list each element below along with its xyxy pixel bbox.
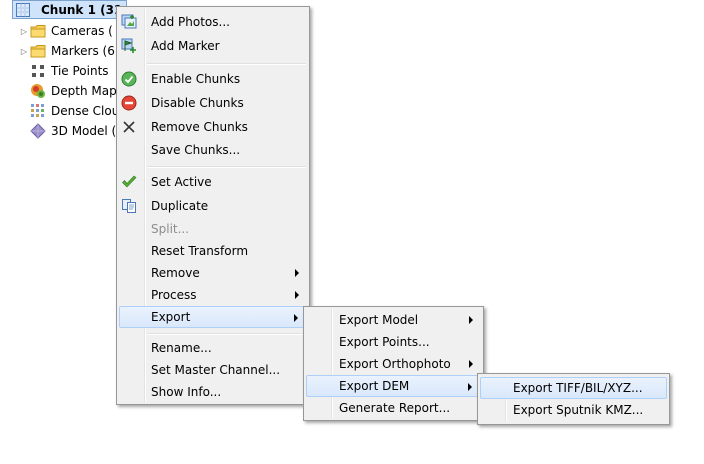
menu-item-add-marker[interactable]: Add Marker xyxy=(119,35,307,57)
menu-item-process[interactable]: Process xyxy=(119,284,307,306)
menu-item-export-model[interactable]: Export Model xyxy=(306,309,481,331)
expand-arrow-icon[interactable]: ▷ xyxy=(18,47,30,56)
menu-item-set-master-channel[interactable]: Set Master Channel... xyxy=(119,359,307,381)
menu-item-export-orthophoto[interactable]: Export Orthophoto xyxy=(306,353,481,375)
folder-icon xyxy=(30,23,46,39)
tree-label: Dense Clou xyxy=(51,104,120,118)
chunk-context-menu: Add Photos... Add Marker Enable Chunks D… xyxy=(116,6,310,405)
tree-item-dense-cloud[interactable]: Dense Clou xyxy=(30,101,119,121)
tree-item-cameras[interactable]: ▷ Cameras ( xyxy=(18,21,113,41)
menu-item-enable-chunks[interactable]: Enable Chunks xyxy=(119,68,307,90)
submenu-arrow-icon xyxy=(294,314,298,322)
tie-points-icon xyxy=(30,63,46,79)
menu-item-remove-chunks[interactable]: Remove Chunks xyxy=(119,116,307,138)
menu-item-show-info[interactable]: Show Info... xyxy=(119,381,307,403)
chunk-icon xyxy=(15,2,31,18)
menu-item-export-points[interactable]: Export Points... xyxy=(306,331,481,353)
menu-separator xyxy=(147,166,306,168)
expand-arrow-icon[interactable]: ▷ xyxy=(18,27,30,36)
submenu-arrow-icon xyxy=(295,269,299,277)
menu-item-export-tiff[interactable]: Export TIFF/BIL/XYZ... xyxy=(480,377,667,399)
tree-label: Tie Points xyxy=(51,64,109,78)
menu-item-remove[interactable]: Remove xyxy=(119,262,307,284)
menu-item-duplicate[interactable]: Duplicate xyxy=(119,195,307,217)
tree-label: Depth Map xyxy=(51,84,117,98)
disable-icon xyxy=(121,95,137,111)
chunk-label: Chunk 1 (31 xyxy=(41,2,123,17)
tree-label: 3D Model ( xyxy=(51,124,117,138)
model-icon xyxy=(30,123,46,139)
submenu-arrow-icon xyxy=(469,360,473,368)
menu-item-disable-chunks[interactable]: Disable Chunks xyxy=(119,92,307,114)
tree-item-markers[interactable]: ▷ Markers (6 xyxy=(18,41,115,61)
menu-separator xyxy=(147,63,306,65)
menu-item-save-chunks[interactable]: Save Chunks... xyxy=(119,139,307,161)
menu-item-set-active[interactable]: Set Active xyxy=(119,171,307,193)
folder-icon xyxy=(30,43,46,59)
close-icon xyxy=(121,119,137,135)
tree-item-depth-maps[interactable]: Depth Map xyxy=(30,81,117,101)
menu-separator xyxy=(147,333,306,335)
menu-item-split[interactable]: Split... xyxy=(119,218,307,240)
menu-item-export-kmz[interactable]: Export Sputnik KMZ... xyxy=(480,399,667,421)
submenu-arrow-icon xyxy=(295,291,299,299)
tree-item-chunk[interactable]: Chunk 1 (31 xyxy=(12,0,128,19)
duplicate-icon xyxy=(121,198,137,214)
dense-cloud-icon xyxy=(30,103,46,119)
menu-item-export-dem[interactable]: Export DEM xyxy=(306,375,481,397)
tree-label: Markers (6 xyxy=(51,44,115,58)
menu-item-reset-transform[interactable]: Reset Transform xyxy=(119,240,307,262)
menu-item-rename[interactable]: Rename... xyxy=(119,337,307,359)
depth-maps-icon xyxy=(30,83,46,99)
menu-item-generate-report[interactable]: Generate Report... xyxy=(306,397,481,419)
export-submenu: Export Model Export Points... Export Ort… xyxy=(303,306,484,421)
submenu-arrow-icon xyxy=(468,383,472,391)
tree-label: Cameras ( xyxy=(51,24,113,38)
menu-item-add-photos[interactable]: Add Photos... xyxy=(119,11,307,33)
add-photos-icon xyxy=(121,14,137,30)
tree-item-tie-points[interactable]: Tie Points xyxy=(30,61,109,81)
checkmark-icon xyxy=(121,174,137,190)
export-dem-submenu: Export TIFF/BIL/XYZ... Export Sputnik KM… xyxy=(477,373,670,425)
add-marker-icon xyxy=(121,38,137,54)
enable-icon xyxy=(121,71,137,87)
menu-item-export[interactable]: Export xyxy=(119,306,307,328)
tree-item-3d-model[interactable]: 3D Model ( xyxy=(30,121,116,141)
submenu-arrow-icon xyxy=(469,316,473,324)
